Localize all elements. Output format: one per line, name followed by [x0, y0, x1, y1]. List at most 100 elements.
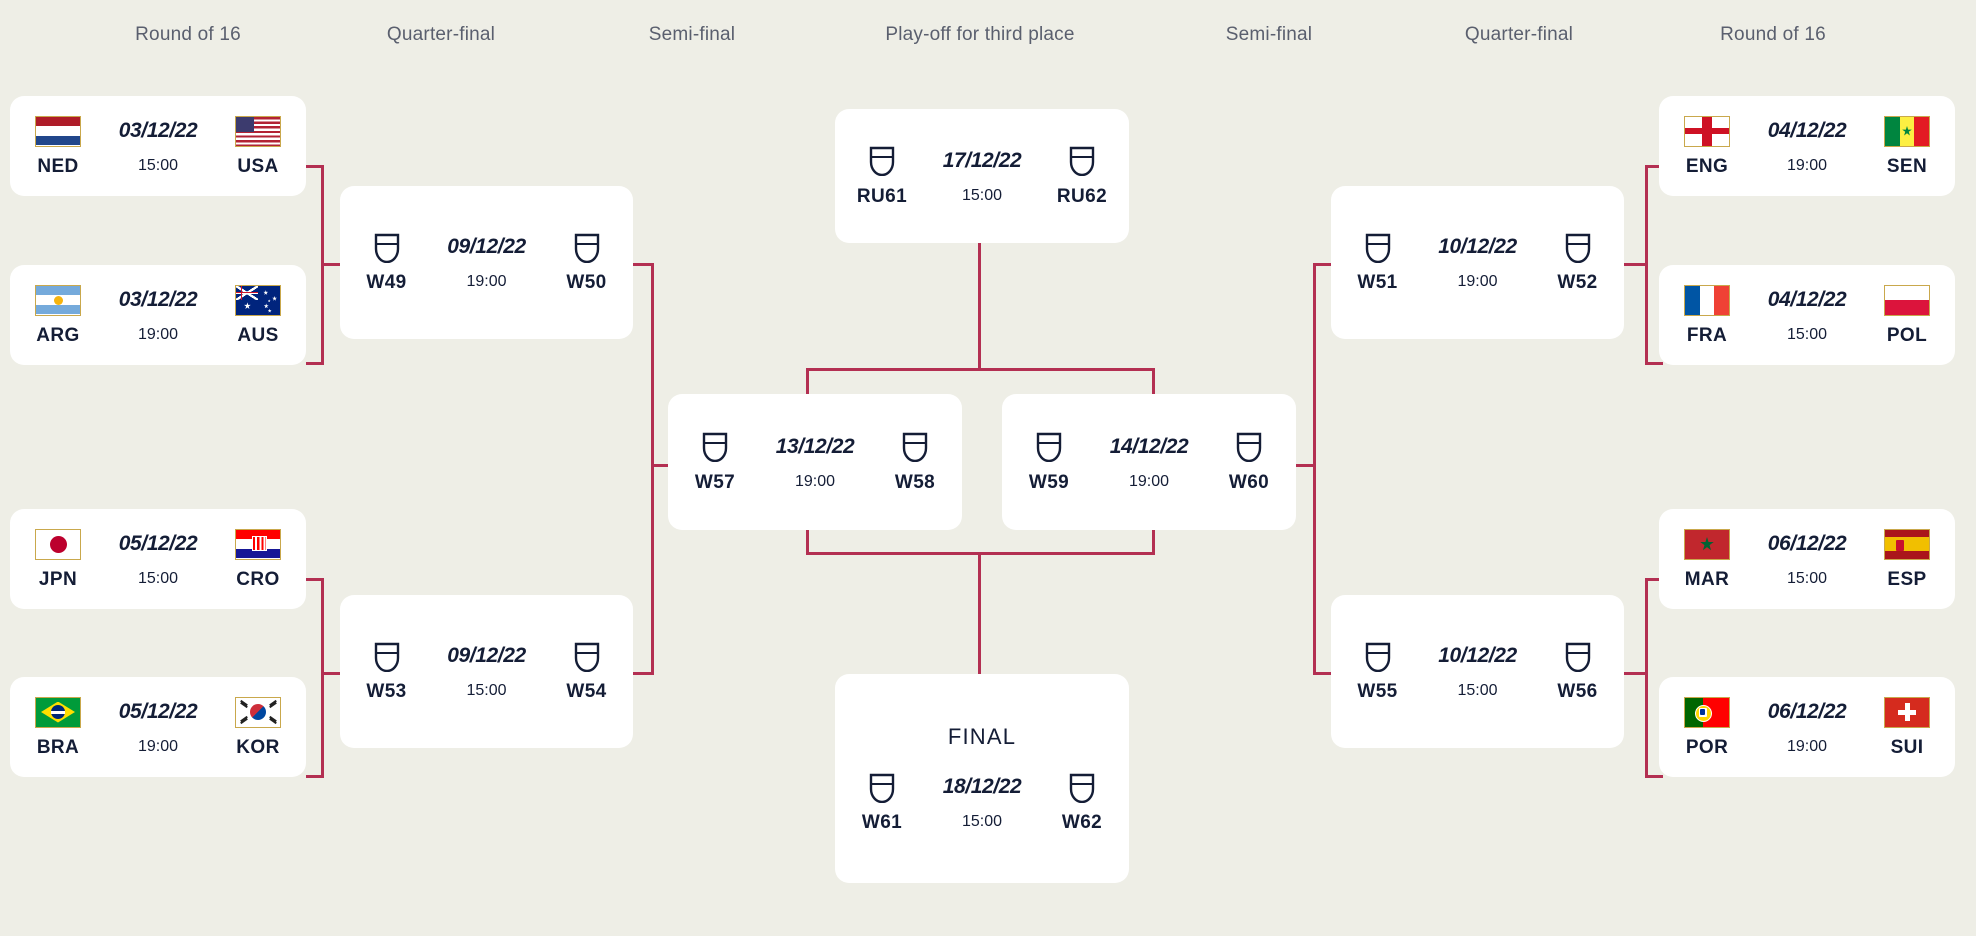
team-code: W49 [366, 272, 407, 293]
match-time: 15:00 [961, 813, 1003, 830]
connector [306, 775, 324, 778]
match-time: 19:00 [1786, 156, 1828, 174]
match-time: 19:00 [137, 737, 179, 755]
flag-icon-jpn [35, 528, 81, 560]
flag-icon-eng [1684, 115, 1730, 147]
match-time: 15:00 [1786, 569, 1828, 587]
team-code: W52 [1557, 272, 1598, 293]
match-time: 15:00 [137, 156, 179, 174]
away-team-kor: KOR [220, 696, 296, 758]
flag-icon-aus [235, 284, 281, 316]
match-time: 19:00 [1786, 737, 1828, 755]
flag-icon-pol [1884, 284, 1930, 316]
connector [978, 243, 981, 370]
match-card-qf-w53-w54[interactable]: W53 09/12/22 15:00 W54 [340, 595, 633, 748]
away-team-w52: W52 [1540, 232, 1616, 293]
match-card-arg-aus[interactable]: ARG 03/12/22 19:00 AUS [10, 265, 306, 365]
match-card-ned-usa[interactable]: NED 03/12/22 15:00 USA [10, 96, 306, 196]
shield-placeholder-icon [372, 641, 401, 672]
team-code: KOR [236, 736, 280, 758]
match-info: 04/12/22 19:00 [1745, 116, 1869, 176]
match-info: 03/12/22 15:00 [96, 116, 220, 176]
match-date: 06/12/22 [1767, 531, 1847, 555]
match-date: 05/12/22 [118, 531, 198, 555]
match-card-mar-esp[interactable]: MAR 06/12/22 15:00 ESP [1659, 509, 1955, 609]
shield-placeholder-icon [701, 432, 730, 463]
match-time: 15:00 [961, 186, 1003, 204]
team-code: ARG [36, 324, 80, 346]
match-date: 03/12/22 [118, 118, 198, 142]
connector [1645, 775, 1663, 778]
match-card-qf-w51-w52[interactable]: W51 10/12/22 19:00 W52 [1331, 186, 1624, 339]
column-header-third-place: Play-off for third place [885, 24, 1075, 45]
match-time: 19:00 [794, 472, 836, 490]
flag-icon-ned [35, 115, 81, 147]
match-date: 09/12/22 [447, 644, 526, 667]
home-team-w49: W49 [349, 232, 425, 293]
team-code: W51 [1357, 272, 1398, 293]
column-header-round-of-16-left: Round of 16 [135, 24, 241, 45]
flag-icon-esp [1884, 528, 1930, 560]
column-header-round-of-16-right: Round of 16 [1720, 24, 1826, 45]
column-header-quarter-final-left: Quarter-final [386, 24, 496, 45]
final-title: FINAL [947, 724, 1017, 749]
flag-icon-kor [235, 696, 281, 728]
flag-icon-bra [35, 696, 81, 728]
match-info: 05/12/22 19:00 [96, 697, 220, 757]
match-time: 15:00 [137, 569, 179, 587]
match-time: 15:00 [466, 682, 507, 699]
match-card-third-place[interactable]: RU61 17/12/22 15:00 RU62 [835, 109, 1129, 243]
match-info: 04/12/22 15:00 [1745, 285, 1869, 345]
match-card-qf-w49-w50[interactable]: W49 09/12/22 19:00 W50 [340, 186, 633, 339]
match-card-sf-w59-w60[interactable]: W59 14/12/22 19:00 W60 [1002, 394, 1296, 530]
connector [1645, 362, 1663, 365]
team-code: W60 [1228, 471, 1270, 493]
match-card-final[interactable]: FINAL W61 18/12/22 15:00 W62 [835, 674, 1129, 883]
connector [1313, 263, 1316, 466]
match-card-eng-sen[interactable]: ENG 04/12/22 19:00 SEN [1659, 96, 1955, 196]
connector [978, 552, 981, 674]
home-team-w51: W51 [1340, 232, 1416, 293]
away-team-w60: W60 [1211, 432, 1287, 493]
home-team-ned: NED [20, 115, 96, 177]
match-card-sf-w57-w58[interactable]: W57 13/12/22 19:00 W58 [668, 394, 962, 530]
column-header-semi-final-right: Semi-final [1225, 24, 1313, 45]
connector [321, 578, 324, 778]
shield-placeholder-icon [1563, 641, 1592, 672]
match-date: 06/12/22 [1767, 699, 1847, 723]
home-team-ru61: RU61 [844, 146, 920, 207]
team-code: W62 [1061, 812, 1103, 833]
team-code: W59 [1028, 471, 1070, 493]
home-team-por: POR [1669, 696, 1745, 758]
team-code: FRA [1686, 324, 1728, 346]
away-team-w50: W50 [549, 232, 625, 293]
team-code: JPN [38, 568, 78, 590]
home-team-bra: BRA [20, 696, 96, 758]
connector [651, 466, 654, 672]
match-card-fra-pol[interactable]: FRA 04/12/22 15:00 POL [1659, 265, 1955, 365]
away-team-ru62: RU62 [1044, 146, 1120, 207]
shield-placeholder-icon [1563, 232, 1592, 263]
match-info: 10/12/22 15:00 [1416, 641, 1540, 701]
match-time: 19:00 [1457, 273, 1498, 290]
match-time: 15:00 [1786, 325, 1828, 343]
away-team-sui: SUI [1869, 696, 1945, 758]
match-card-bra-kor[interactable]: BRA 05/12/22 19:00 KOR [10, 677, 306, 777]
match-card-jpn-cro[interactable]: JPN 05/12/22 15:00 CRO [10, 509, 306, 609]
match-card-por-sui[interactable]: POR 06/12/22 19:00 SUI [1659, 677, 1955, 777]
match-time: 19:00 [1128, 472, 1170, 490]
shield-placeholder-icon [901, 432, 930, 463]
shield-placeholder-icon [1035, 432, 1064, 463]
match-card-qf-w55-w56[interactable]: W55 10/12/22 15:00 W56 [1331, 595, 1624, 748]
match-time: 19:00 [466, 273, 507, 290]
flag-icon-sen [1884, 115, 1930, 147]
match-info: 05/12/22 15:00 [96, 529, 220, 589]
team-code: SEN [1886, 155, 1928, 177]
match-date: 17/12/22 [942, 148, 1022, 172]
team-code: W58 [894, 471, 936, 493]
match-time: 19:00 [137, 325, 179, 343]
bracket-canvas: Round of 16 Quarter-final Semi-final Pla… [0, 0, 1976, 936]
match-info: 18/12/22 15:00 [920, 772, 1044, 832]
match-info: 14/12/22 19:00 [1087, 432, 1211, 492]
home-team-w61: W61 [844, 772, 920, 833]
